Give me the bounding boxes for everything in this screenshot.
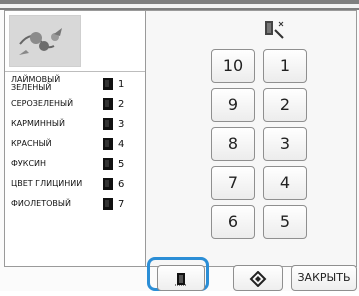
embroidery-preview-icon <box>9 15 81 67</box>
spool-icon <box>174 271 188 286</box>
bottom-toolbar: ЗАКРЫТЬ <box>145 255 357 291</box>
color-number: 3 <box>118 118 125 130</box>
color-row: КРАСНЫЙ 4 <box>11 135 141 153</box>
color-name: ЦВЕТ ГЛИЦИНИИ <box>11 179 83 188</box>
color-row: СЕРОЗЕЛЕНЫЙ 2 <box>11 95 141 113</box>
spool-icon <box>103 98 113 110</box>
spool-icon <box>103 118 113 130</box>
spool-view-button[interactable] <box>157 265 205 291</box>
sequence-panel: 10 1 9 2 8 3 7 4 6 5 <box>145 10 357 267</box>
spool-icon <box>103 138 113 150</box>
screen: ЛАЙМОВЫЙ ЗЕЛЕНЫЙ 1 СЕРОЗЕЛЕНЫЙ 2 КАРМИНН… <box>0 0 359 291</box>
color-row: ЦВЕТ ГЛИЦИНИИ 6 <box>11 175 141 193</box>
top-bar <box>0 0 359 10</box>
color-name: ЛАЙМОВЫЙ ЗЕЛЕНЫЙ <box>11 75 61 92</box>
color-name: ФУКСИН <box>11 159 47 168</box>
number-button-4[interactable]: 4 <box>263 166 307 200</box>
spool-icon <box>103 78 113 90</box>
color-name: ФИОЛЕТОВЫЙ <box>11 199 71 208</box>
color-name: КРАСНЫЙ <box>11 139 52 148</box>
color-number: 6 <box>118 178 125 190</box>
color-name: КАРМИННЫЙ <box>11 119 65 128</box>
color-row: ЛАЙМОВЫЙ ЗЕЛЕНЫЙ 1 <box>11 75 141 93</box>
number-button-10[interactable]: 10 <box>211 49 255 83</box>
spool-icon <box>103 198 113 210</box>
color-list-panel: ЛАЙМОВЫЙ ЗЕЛЕНЫЙ 1 СЕРОЗЕЛЕНЫЙ 2 КАРМИНН… <box>4 10 147 267</box>
color-number: 2 <box>118 98 125 110</box>
spool-icon <box>103 158 113 170</box>
number-button-7[interactable]: 7 <box>211 166 255 200</box>
close-button[interactable]: ЗАКРЫТЬ <box>291 265 357 291</box>
number-button-1[interactable]: 1 <box>263 49 307 83</box>
thread-sequence-icon <box>261 18 287 42</box>
panel-divider <box>5 71 146 72</box>
color-row: ФУКСИН 5 <box>11 155 141 173</box>
number-button-6[interactable]: 6 <box>211 205 255 239</box>
color-number: 1 <box>118 78 125 90</box>
color-row: КАРМИННЫЙ 3 <box>11 115 141 133</box>
number-button-2[interactable]: 2 <box>263 88 307 122</box>
dial-button[interactable] <box>233 265 283 291</box>
color-number: 4 <box>118 138 125 150</box>
color-number: 7 <box>118 198 125 210</box>
color-row: ФИОЛЕТОВЫЙ 7 <box>11 195 141 213</box>
color-name: СЕРОЗЕЛЕНЫЙ <box>11 99 74 108</box>
number-button-9[interactable]: 9 <box>211 88 255 122</box>
number-button-8[interactable]: 8 <box>211 127 255 161</box>
dial-icon <box>249 270 267 288</box>
number-button-5[interactable]: 5 <box>263 205 307 239</box>
color-number: 5 <box>118 158 125 170</box>
number-button-3[interactable]: 3 <box>263 127 307 161</box>
spool-icon <box>103 178 113 190</box>
